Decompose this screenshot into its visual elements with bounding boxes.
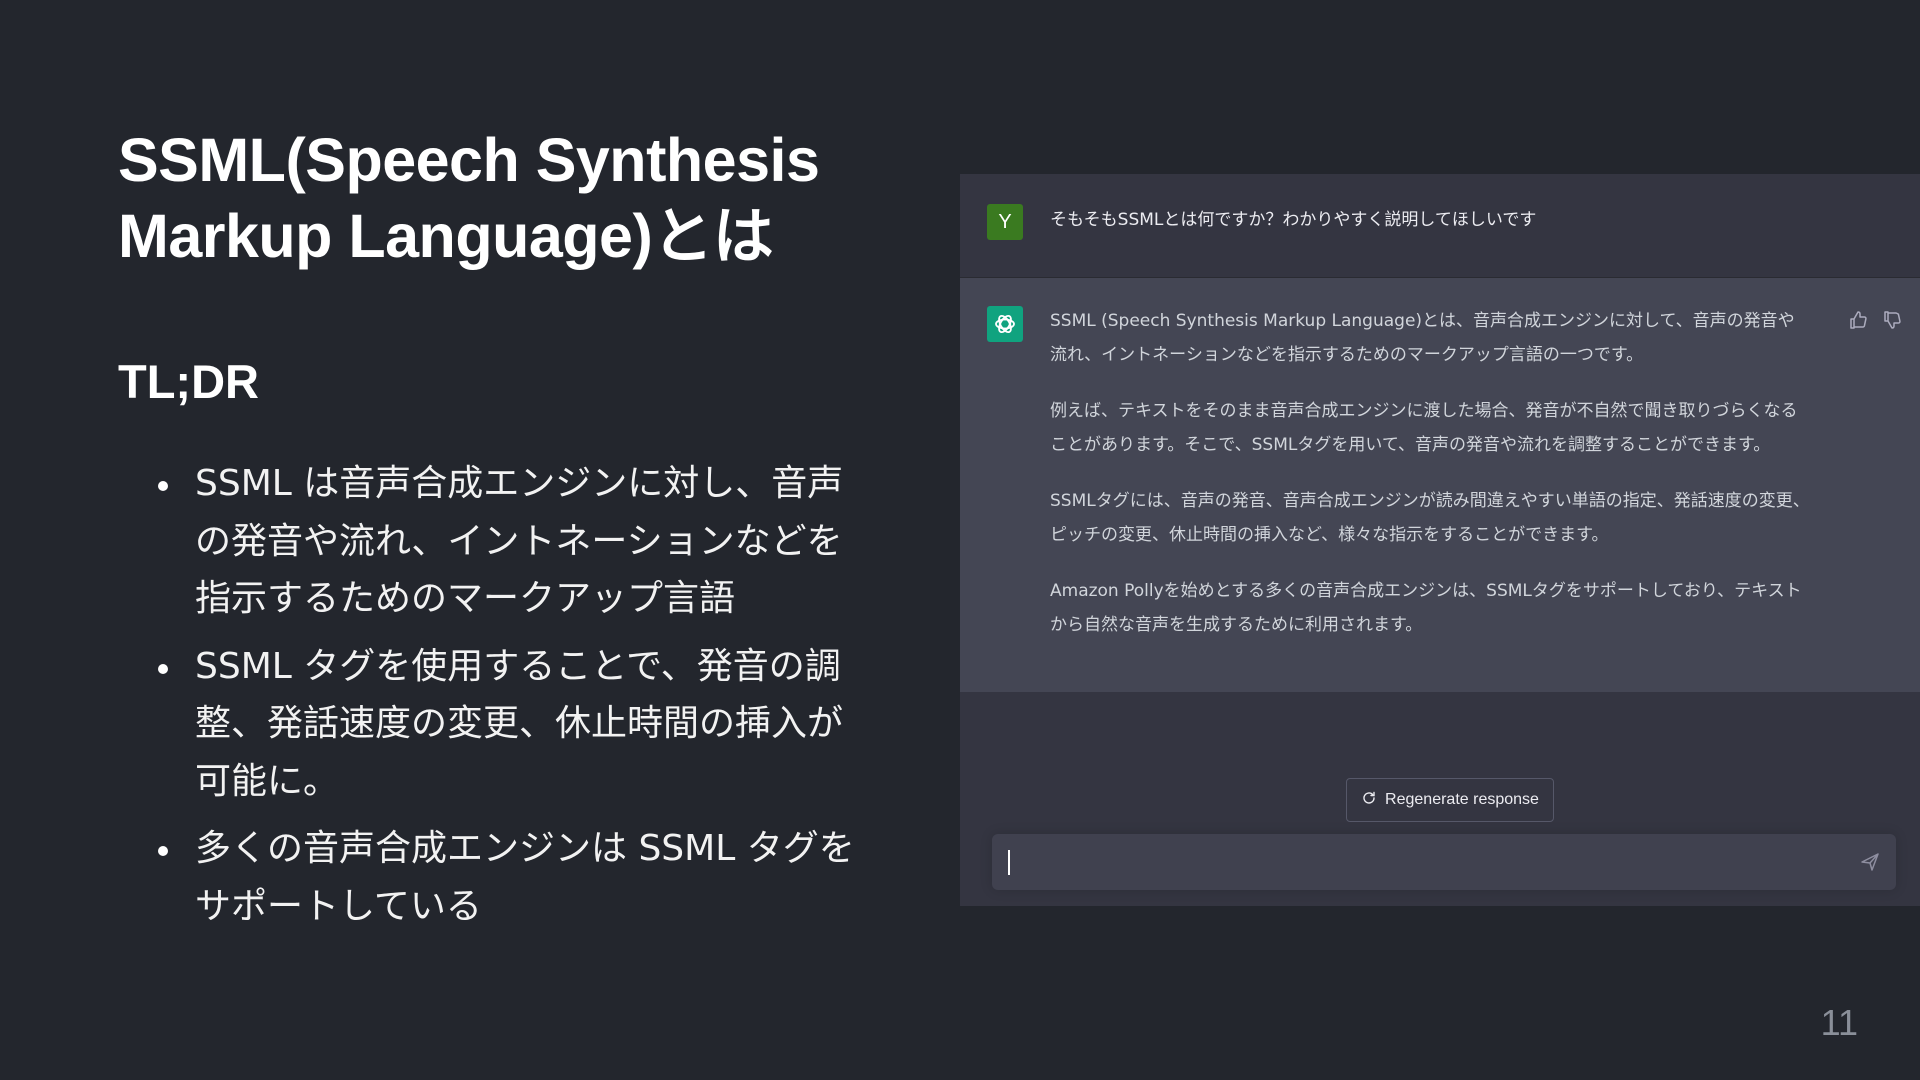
assistant-message-text: SSML (Speech Synthesis Markup Language)と… bbox=[1050, 304, 1810, 664]
regenerate-response-button[interactable]: Regenerate response bbox=[1346, 778, 1554, 822]
bullet-item: SSML は音声合成エンジンに対し、音声の発音や流れ、イントネーションなどを指示… bbox=[155, 455, 855, 628]
text-cursor bbox=[1008, 850, 1010, 875]
user-avatar: Y bbox=[987, 204, 1023, 240]
chat-input[interactable] bbox=[992, 834, 1896, 890]
bullet-list: SSML は音声合成エンジンに対し、音声の発音や流れ、イントネーションなどを指示… bbox=[155, 455, 855, 945]
slide-subheading: TL;DR bbox=[118, 355, 259, 408]
assistant-paragraph: 例えば、テキストをそのまま音声合成エンジンに渡した場合、発音が不自然で聞き取りづ… bbox=[1050, 401, 1798, 455]
user-message-text: そもそもSSMLとは何ですか？わかりやすく説明してほしいです bbox=[1050, 210, 1537, 230]
thumbs-down-icon[interactable] bbox=[1882, 310, 1902, 330]
chat-screenshot-panel: Y そもそもSSMLとは何ですか？わかりやすく説明してほしいです SSML (S… bbox=[960, 174, 1920, 906]
assistant-message-row: SSML (Speech Synthesis Markup Language)と… bbox=[960, 278, 1920, 692]
assistant-paragraph: SSML (Speech Synthesis Markup Language)と… bbox=[1050, 311, 1795, 365]
thumbs-up-icon[interactable] bbox=[1848, 310, 1868, 330]
user-message-row: Y そもそもSSMLとは何ですか？わかりやすく説明してほしいです bbox=[960, 174, 1920, 278]
openai-logo-icon bbox=[987, 306, 1023, 342]
slide-title: SSML(Speech Synthesis Markup Language)とは bbox=[118, 126, 820, 270]
bullet-item: 多くの音声合成エンジンは SSML タグをサポートしている bbox=[155, 820, 855, 935]
refresh-icon bbox=[1361, 790, 1377, 811]
page-number: 11 bbox=[1820, 1002, 1858, 1043]
bullet-item: SSML タグを使用することで、発音の調整、発話速度の変更、休止時間の挿入が可能… bbox=[155, 638, 855, 811]
feedback-buttons bbox=[1848, 310, 1902, 330]
regenerate-label: Regenerate response bbox=[1385, 791, 1539, 808]
assistant-paragraph: SSMLタグには、音声の発音、音声合成エンジンが読み間違えやすい単語の指定、発話… bbox=[1050, 491, 1810, 545]
send-icon[interactable] bbox=[1860, 852, 1880, 872]
assistant-paragraph: Amazon Pollyを始めとする多くの音声合成エンジンは、SSMLタグをサポ… bbox=[1050, 581, 1802, 635]
